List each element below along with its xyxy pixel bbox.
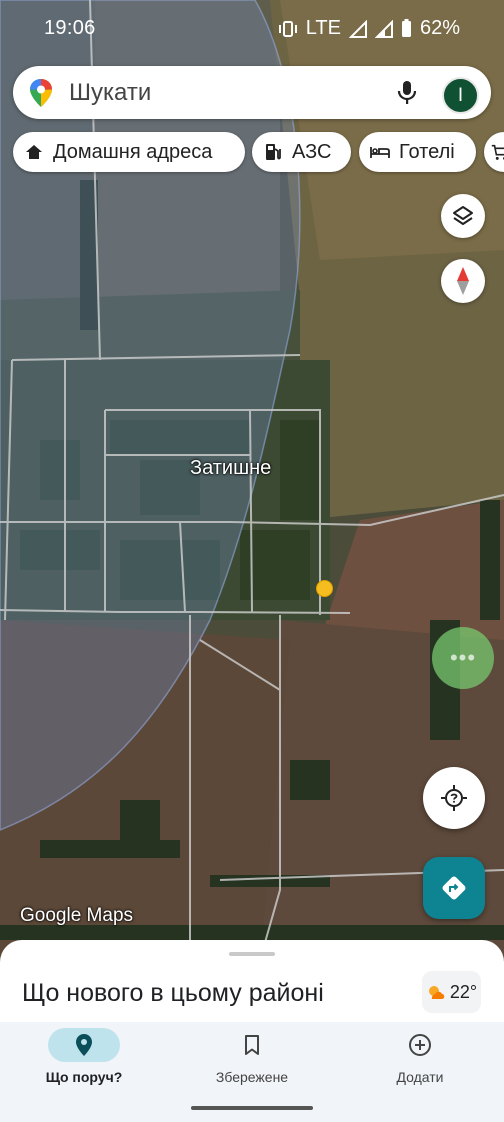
nav-icon-container <box>216 1028 288 1062</box>
battery-icon <box>401 19 411 37</box>
gas-station-icon <box>266 144 281 160</box>
nav-icon-container <box>384 1028 456 1062</box>
chip-hotels[interactable]: Готелі <box>359 132 476 172</box>
layers-icon <box>453 206 473 225</box>
battery-level: 62% <box>419 17 460 39</box>
sheet-drag-handle[interactable] <box>229 952 275 956</box>
chip-label: Домашня адреса <box>53 140 213 163</box>
location-pin-icon <box>76 1034 92 1056</box>
chip-home-address[interactable]: Домашня адреса <box>13 132 245 172</box>
home-icon <box>26 145 42 159</box>
shopping-cart-icon <box>491 144 504 160</box>
signal-icon <box>348 19 367 38</box>
directions-icon <box>442 876 466 900</box>
google-maps-watermark: Google Maps <box>20 905 134 926</box>
chip-gas-station[interactable]: АЗС <box>252 132 351 172</box>
chip-label: АЗС <box>292 140 332 163</box>
weather-chip[interactable]: 22° <box>422 971 481 1013</box>
nav-label: Збережене <box>215 1069 289 1085</box>
compass-button[interactable] <box>441 259 485 303</box>
hotel-icon <box>370 147 390 158</box>
weather-temp: 22° <box>449 981 478 1002</box>
bookmark-icon <box>245 1035 259 1055</box>
signal-icon-2 <box>374 19 393 38</box>
search-input[interactable]: Шукати <box>69 79 151 107</box>
directions-button[interactable] <box>423 857 485 919</box>
avatar[interactable]: I <box>442 77 479 114</box>
google-maps-logo-icon <box>30 79 52 107</box>
mic-icon[interactable] <box>395 79 419 105</box>
more-dots-icon: ••• <box>449 645 477 670</box>
search-bar[interactable]: Шукати I <box>13 66 491 119</box>
nav-explore[interactable]: Що поруч? <box>0 1022 168 1122</box>
nav-label: Додати <box>396 1069 444 1085</box>
my-location-button[interactable] <box>423 767 485 829</box>
add-circle-icon <box>409 1034 431 1056</box>
nav-icon-container <box>48 1028 120 1062</box>
location-unknown-icon <box>441 785 467 811</box>
nav-contribute[interactable]: Додати <box>336 1022 504 1122</box>
layers-button[interactable] <box>441 194 485 238</box>
chip-label: Готелі <box>399 140 455 163</box>
vibrate-icon <box>278 20 297 37</box>
status-time: 19:06 <box>44 17 96 39</box>
compass-icon <box>457 267 469 295</box>
nav-label: Що поруч? <box>45 1069 123 1085</box>
status-bar: 19:06 LTE 62% <box>0 0 504 56</box>
gesture-bar[interactable] <box>191 1106 313 1110</box>
place-label-zatyshne[interactable]: Затишне <box>190 457 271 480</box>
street-view-button[interactable]: ••• <box>432 627 494 689</box>
poi-marker[interactable] <box>316 580 333 597</box>
network-type: LTE <box>305 17 341 39</box>
sheet-title: Що нового в цьому районі <box>22 979 324 1007</box>
explore-sheet[interactable]: Що нового в цьому районі 22° <box>0 940 504 1022</box>
partly-cloudy-icon <box>428 986 445 999</box>
status-icons: LTE 62% <box>278 17 460 40</box>
